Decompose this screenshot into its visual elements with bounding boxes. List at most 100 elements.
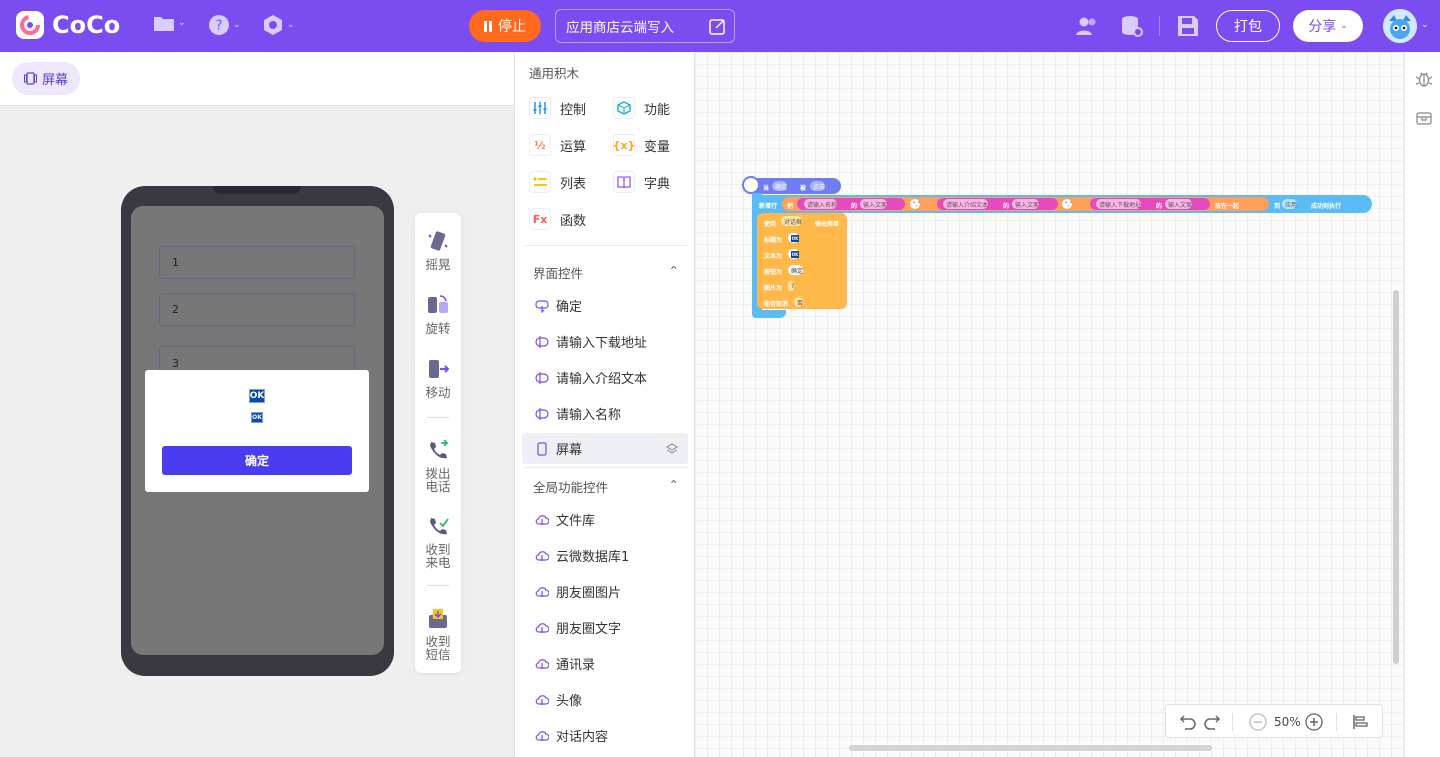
sim-move-label: 移动 bbox=[425, 385, 451, 400]
global-item-avatar[interactable]: 头像 bbox=[522, 684, 688, 715]
property-dropdown[interactable]: 输入文案 bbox=[1012, 199, 1040, 209]
right-rail bbox=[1404, 52, 1440, 757]
global-item-moments-text[interactable]: 朋友圈文字 bbox=[522, 612, 688, 643]
chevron-down-icon: ⌄ bbox=[1340, 21, 1348, 31]
settings-menu[interactable]: ⌄ bbox=[262, 14, 295, 36]
button-param-slot[interactable]: 确定 bbox=[788, 265, 804, 275]
dialog-confirm-button[interactable]: 确定 bbox=[162, 446, 352, 475]
undo-icon[interactable] bbox=[1179, 713, 1197, 731]
screen-tab[interactable]: 屏幕 bbox=[12, 62, 80, 95]
control-item-intro-input[interactable]: 请输入介绍文本 bbox=[522, 362, 688, 393]
align-blocks-icon[interactable] bbox=[1352, 714, 1368, 730]
cancel-param-label: 能否取消 bbox=[764, 301, 789, 308]
control-item-url-input[interactable]: 请输入下载地址 bbox=[522, 326, 688, 357]
category-function[interactable]: 功能 bbox=[613, 97, 670, 119]
pack-button[interactable]: 打包 bbox=[1216, 10, 1280, 42]
property-dropdown[interactable]: 输入文案 bbox=[1165, 199, 1193, 209]
bug-icon[interactable] bbox=[1415, 70, 1433, 88]
coco-logo-icon bbox=[16, 11, 44, 39]
target-dropdown[interactable]: 应用 bbox=[1282, 199, 1298, 209]
hat-target-dropdown[interactable]: 确定 bbox=[772, 181, 788, 191]
input-widget-icon bbox=[535, 407, 549, 420]
sim-shake-button[interactable]: 摇晃 bbox=[415, 229, 461, 271]
sim-incoming-button[interactable]: 收到来电 bbox=[415, 516, 461, 569]
cloud-write-button[interactable]: 应用商店云端写入 bbox=[555, 9, 735, 43]
category-control[interactable]: 控制 bbox=[529, 97, 586, 119]
control-label: 头像 bbox=[556, 694, 583, 709]
sim-rotate-label: 旋转 bbox=[425, 321, 451, 336]
zoom-out-icon[interactable] bbox=[1249, 713, 1267, 731]
sim-rotate-button[interactable]: 旋转 bbox=[415, 293, 461, 335]
cloud-icon bbox=[535, 730, 549, 741]
cloud-icon bbox=[535, 622, 549, 633]
top-toolbar: CoCo ⌄ ? ⌄ ⌄ 停止 应用商店云端写入 打包 分享 ⌄ ⌄ bbox=[0, 0, 1440, 52]
share-button[interactable]: 分享 ⌄ bbox=[1293, 10, 1363, 42]
category-dictionary[interactable]: 字典 bbox=[613, 171, 670, 193]
control-item-confirm[interactable]: 确定 bbox=[522, 290, 688, 321]
help-menu[interactable]: ? ⌄ bbox=[208, 14, 241, 36]
hat-event-dropdown[interactable]: 点击 bbox=[810, 181, 826, 191]
global-item-contacts[interactable]: 通讯录 bbox=[522, 648, 688, 679]
fx-icon: Fx bbox=[529, 208, 551, 230]
zoom-in-icon[interactable] bbox=[1305, 713, 1323, 731]
cancel-param-dropdown[interactable]: 否 bbox=[794, 297, 804, 307]
control-item-screen[interactable]: 屏幕 bbox=[522, 433, 688, 464]
input-widget-icon bbox=[535, 335, 549, 348]
redo-icon[interactable] bbox=[1203, 713, 1221, 731]
component-dropdown[interactable]: 请输入名称 bbox=[804, 199, 838, 209]
category-operator[interactable]: ½ 运算 bbox=[529, 134, 586, 156]
file-menu[interactable]: ⌄ bbox=[153, 14, 186, 32]
global-item-moments-images[interactable]: 朋友圈图片 bbox=[522, 576, 688, 607]
global-item-dialog-content[interactable]: 对话内容 bbox=[522, 720, 688, 751]
category-list[interactable]: 列表 bbox=[529, 171, 586, 193]
save-icon[interactable] bbox=[1176, 14, 1200, 38]
text-param-slot[interactable]: OK bbox=[788, 249, 799, 259]
toolbox-icon[interactable] bbox=[1415, 109, 1433, 127]
screen-icon bbox=[23, 72, 37, 85]
phone-input-name[interactable]: 1 bbox=[159, 246, 355, 279]
phone-input-intro[interactable]: 2 bbox=[159, 293, 355, 326]
cloud-write-label: 应用商店云端写入 bbox=[566, 20, 674, 36]
category-label: 字典 bbox=[644, 176, 671, 192]
ui-controls-header[interactable]: 界面控件 ⌃ bbox=[533, 263, 679, 282]
workspace-vertical-scrollbar[interactable] bbox=[1393, 290, 1399, 664]
global-controls-header[interactable]: 全局功能控件 ⌃ bbox=[533, 477, 679, 496]
global-item-file-library[interactable]: 文件库 bbox=[522, 504, 688, 535]
title-param-slot[interactable]: OK bbox=[788, 233, 799, 243]
category-fx[interactable]: Fx 函数 bbox=[529, 208, 586, 230]
dialog-type-dropdown[interactable]: 对话框 bbox=[781, 216, 803, 226]
stop-button[interactable]: 停止 bbox=[469, 10, 541, 42]
component-dropdown[interactable]: 请输入下载地址 bbox=[1096, 199, 1142, 209]
global-item-cloud-db[interactable]: 云微数据库1 bbox=[522, 540, 688, 571]
sim-sms-button[interactable]: 收到短信 bbox=[415, 608, 461, 661]
operator-icon: ½ bbox=[529, 134, 551, 156]
layers-icon[interactable] bbox=[666, 443, 678, 454]
sim-dial-button[interactable]: 拨出电话 bbox=[415, 440, 461, 493]
category-variable[interactable]: {x} 变量 bbox=[613, 134, 670, 156]
collaborators-icon[interactable] bbox=[1075, 14, 1099, 38]
shake-phone-icon bbox=[428, 231, 448, 251]
component-dropdown[interactable]: 请输入介绍文本 bbox=[943, 199, 989, 209]
property-dropdown[interactable]: 输入文案 bbox=[860, 199, 888, 209]
control-item-name-input[interactable]: 请输入名称 bbox=[522, 398, 688, 429]
chevron-down-icon[interactable]: ⌄ bbox=[1421, 20, 1429, 30]
app-logo[interactable]: CoCo bbox=[16, 11, 120, 39]
cloud-icon bbox=[535, 514, 549, 525]
dictionary-icon bbox=[613, 171, 635, 193]
block-workspace[interactable] bbox=[695, 52, 1404, 757]
chevron-down-icon: ⌄ bbox=[233, 20, 241, 30]
image-param-dropdown[interactable]: ? bbox=[788, 281, 795, 291]
to-label: 到 bbox=[1274, 203, 1281, 210]
folder-icon bbox=[154, 17, 174, 31]
avatar[interactable] bbox=[1383, 9, 1417, 43]
sim-move-button[interactable]: 移动 bbox=[415, 357, 461, 399]
join-prefix: 把 bbox=[787, 203, 794, 210]
simulator-toolbar: 摇晃 旋转 移动 拨出电话 收到来电 收到短信 bbox=[415, 213, 461, 673]
app-name: CoCo bbox=[52, 11, 121, 39]
popup-label: 弹出简单 bbox=[815, 221, 840, 228]
use-label: 使用 bbox=[764, 221, 777, 228]
database-icon[interactable] bbox=[1119, 14, 1143, 38]
workspace-horizontal-scrollbar[interactable] bbox=[849, 745, 1212, 751]
rotate-phone-icon bbox=[428, 295, 448, 313]
chevron-down-icon: ⌄ bbox=[287, 20, 295, 30]
